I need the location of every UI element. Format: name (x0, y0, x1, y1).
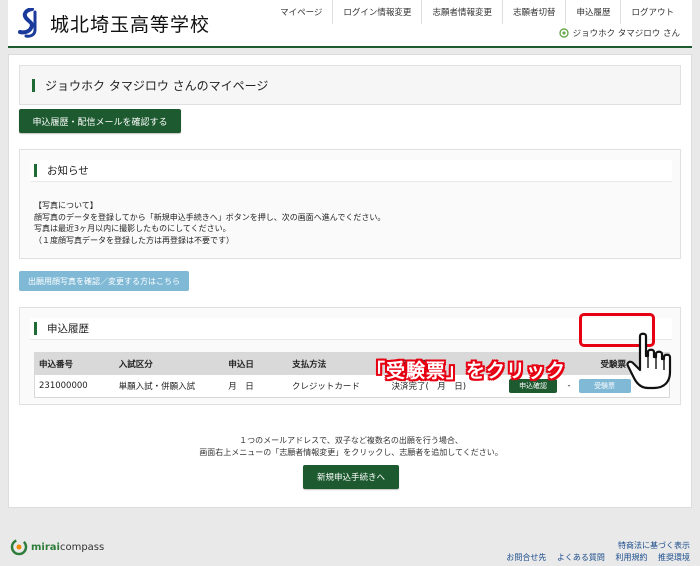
hand-pointer-icon (626, 332, 672, 390)
nav-applicant-info[interactable]: 志願者情報変更 (421, 0, 502, 24)
nav-switch-applicant[interactable]: 志願者切替 (501, 0, 566, 24)
history-title: 申込履歴 (47, 323, 89, 335)
miraicompass-logo-icon (10, 538, 28, 556)
cell-number: 231000000 (39, 381, 88, 391)
page-title: ジョウホク タマジロウ さんのマイページ (45, 78, 269, 93)
nav-login-info[interactable]: ログイン情報変更 (332, 0, 421, 24)
new-application-button[interactable]: 新規申込手続きへ (303, 465, 399, 489)
footer-links: 特商法に基づく表示 お問合せ先 よくある質問 利用規約 推奨環境 (498, 540, 690, 564)
table-row: 231000000 単願入試・併願入試 月 日 クレジットカード 決済完了( 月… (35, 375, 669, 397)
notice-accent-bar (34, 164, 37, 177)
link-environment[interactable]: 推奨環境 (658, 553, 690, 562)
history-accent-bar (34, 322, 37, 335)
link-commerce-law[interactable]: 特商法に基づく表示 (618, 541, 690, 550)
school-logo[interactable]: 城北埼玉高等学校 (18, 8, 210, 38)
link-terms[interactable]: 利用規約 (615, 553, 647, 562)
col-header-category: 入試区分 (118, 360, 153, 370)
notice-title-bar: お知らせ (30, 160, 672, 182)
col-header-date: 申込日 (228, 360, 254, 370)
brand-suffix: compass (59, 541, 105, 553)
cell-date: 月 日 (228, 382, 254, 392)
notice-box: お知らせ 【写真について】 顔写真のデータを登録してから「新規申込手続きへ」ボタ… (19, 149, 681, 259)
nav-history[interactable]: 申込履歴 (565, 0, 620, 24)
title-accent-bar (32, 78, 35, 92)
site-header: 城北埼玉高等学校 マイページ ログイン情報変更 志願者情報変更 志願者切替 申込… (8, 0, 692, 48)
cell-category: 単願入試・併願入試 (118, 382, 196, 392)
notice-line: 写真は最近3ヶ月以内に撮影したものにしてください。 (34, 224, 231, 233)
notice-line: 【写真について】 (34, 201, 98, 210)
brand-prefix: mirai (31, 541, 60, 553)
link-faq[interactable]: よくある質問 (557, 553, 605, 562)
user-icon (558, 28, 569, 38)
user-info: ジョウホク タマジロウ さん (558, 27, 680, 39)
info-line: 画面右上メニューの「志願者情報変更」をクリックし、志願者を追加してください。 (199, 448, 503, 457)
main-panel: ジョウホク タマジロウ さんのマイページ 申込履歴・配信メールを確認する お知ら… (8, 54, 692, 508)
table-header: 申込番号 入試区分 申込日 支払方法 入金情報 受験票 (35, 353, 669, 375)
nav-mypage[interactable]: マイページ (270, 0, 332, 24)
history-mail-button[interactable]: 申込履歴・配信メールを確認する (19, 109, 181, 133)
page-title-box: ジョウホク タマジロウ さんのマイページ (19, 65, 681, 105)
site-footer: miraicompass 特商法に基づく表示 お問合せ先 よくある質問 利用規約… (0, 520, 700, 566)
col-header-number: 申込番号 (39, 360, 74, 370)
nav-logout[interactable]: ログアウト (620, 0, 684, 24)
miraicompass-logo[interactable]: miraicompass (10, 538, 104, 556)
exam-ticket-button[interactable]: 受験票 (578, 379, 631, 393)
school-logo-icon (18, 8, 37, 38)
info-line: １つのメールアドレスで、双子など複数名の出願を行う場合、 (239, 436, 463, 445)
multiple-applicant-info: １つのメールアドレスで、双子など複数名の出願を行う場合、 画面右上メニューの「志… (9, 435, 693, 459)
link-contact[interactable]: お問合せ先 (506, 553, 546, 562)
notice-line: （１度顔写真データを登録した方は再登録は不要です） (34, 235, 234, 245)
click-ticket-callout: 「受験票」をクリック (366, 360, 567, 382)
brand-text: miraicompass (31, 542, 104, 553)
notice-body: 【写真について】 顔写真のデータを登録してから「新規申込手続きへ」ボタンを押し、… (34, 200, 385, 246)
notice-line: 顔写真のデータを登録してから「新規申込手続きへ」ボタンを押し、次の画面へ進んでく… (34, 212, 386, 222)
school-name: 城北埼玉高等学校 (50, 13, 211, 36)
history-title-bar: 申込履歴 (30, 318, 672, 340)
notice-title: お知らせ (47, 165, 89, 177)
user-name: ジョウホク タマジロウ さん (572, 29, 680, 39)
top-nav: マイページ ログイン情報変更 志願者情報変更 志願者切替 申込履歴 ログアウト (270, 0, 684, 24)
history-table: 申込番号 入試区分 申込日 支払方法 入金情報 受験票 231000000 単願… (34, 352, 670, 398)
dash-text: - (567, 381, 571, 391)
photo-change-button[interactable]: 出願用顔写真を確認／変更する方はこちら (19, 271, 189, 291)
